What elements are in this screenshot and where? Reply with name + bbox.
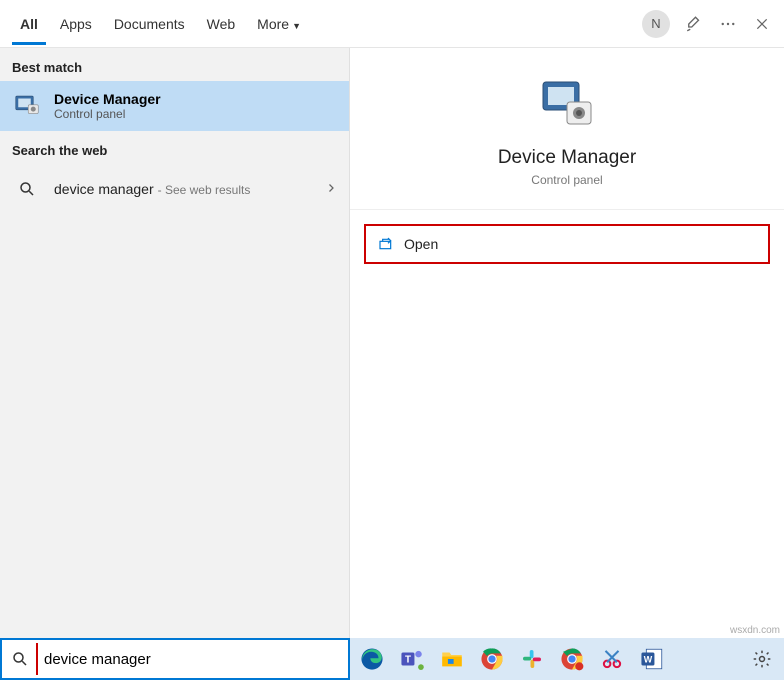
web-search-result[interactable]: device manager - See web results (0, 164, 349, 214)
search-body: Best match Device Manager Control panel … (0, 48, 784, 638)
preview-title: Device Manager (350, 147, 784, 169)
taskbar-word-icon[interactable]: W (636, 643, 668, 675)
device-manager-large-icon (537, 78, 597, 133)
close-icon[interactable] (752, 14, 772, 34)
tab-apps[interactable]: Apps (52, 4, 100, 44)
tab-more[interactable]: More▼ (249, 4, 309, 44)
taskbar-explorer-icon[interactable] (436, 643, 468, 675)
tab-web[interactable]: Web (199, 4, 244, 44)
web-result-suffix: - See web results (158, 183, 251, 197)
taskbar-search[interactable] (0, 638, 350, 680)
best-match-result[interactable]: Device Manager Control panel (0, 81, 349, 131)
taskbar-snip-icon[interactable] (596, 643, 628, 675)
taskbar-edge-icon[interactable] (356, 643, 388, 675)
web-result-query: device manager (54, 181, 154, 197)
results-panel: Best match Device Manager Control panel … (0, 48, 350, 638)
chevron-down-icon: ▼ (292, 21, 301, 31)
search-web-label: Search the web (0, 131, 349, 164)
best-match-label: Best match (0, 48, 349, 81)
open-icon (378, 237, 394, 251)
search-icon (2, 650, 38, 668)
divider (350, 209, 784, 210)
taskbar-teams-icon[interactable]: T (396, 643, 428, 675)
preview-subtitle: Control panel (350, 173, 784, 187)
more-options-icon[interactable] (718, 14, 738, 34)
tab-all[interactable]: All (12, 4, 46, 44)
feedback-icon[interactable] (684, 14, 704, 34)
watermark: wsxdn.com (730, 625, 780, 636)
device-manager-icon (12, 91, 42, 121)
taskbar-settings-icon[interactable] (746, 643, 778, 675)
svg-text:T: T (405, 654, 411, 665)
search-header: All Apps Documents Web More▼ N (0, 0, 784, 48)
result-title: Device Manager (54, 91, 337, 107)
taskbar: T W (0, 638, 784, 680)
filter-tabs: All Apps Documents Web More▼ (12, 4, 642, 44)
taskbar-chrome-alt-icon[interactable] (556, 643, 588, 675)
svg-text:W: W (644, 654, 653, 664)
open-label: Open (404, 236, 438, 252)
header-actions: N (642, 10, 772, 38)
taskbar-slack-icon[interactable] (516, 643, 548, 675)
search-input[interactable] (36, 643, 348, 675)
search-icon (12, 174, 42, 204)
user-avatar[interactable]: N (642, 10, 670, 38)
taskbar-apps: T W (350, 638, 784, 680)
taskbar-chrome-icon[interactable] (476, 643, 508, 675)
chevron-right-icon (325, 181, 337, 197)
result-subtitle: Control panel (54, 107, 337, 121)
open-button[interactable]: Open (364, 224, 770, 264)
preview-panel: Device Manager Control panel Open (350, 48, 784, 638)
tab-documents[interactable]: Documents (106, 4, 193, 44)
